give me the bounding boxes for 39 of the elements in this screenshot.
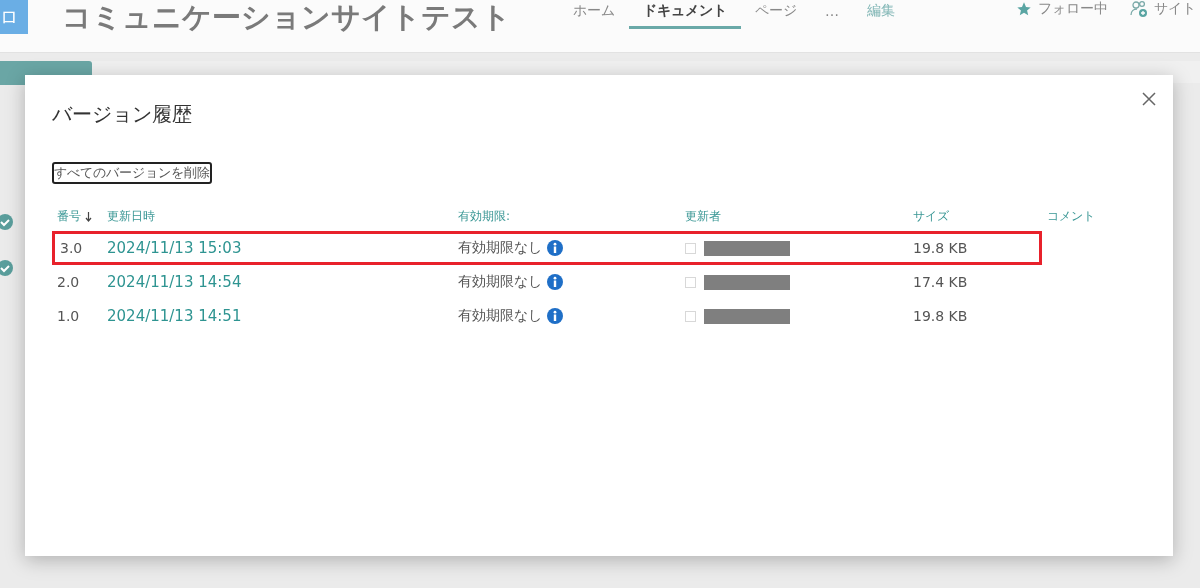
file-size: 17.4 KB [913,274,968,290]
column-header[interactable]: 有効期限: [458,208,511,225]
info-icon[interactable] [547,240,563,256]
version-date-link[interactable]: 2024/11/13 15:03 [107,239,242,257]
nav-tab[interactable]: ドキュメント [629,2,741,29]
nav-tab[interactable]: ページ [741,2,811,29]
version-number: 3.0 [60,240,83,256]
sort-down-icon [85,211,92,222]
site-logo[interactable]: ロ [0,0,28,34]
column-header[interactable]: 更新者 [685,208,721,225]
expiration-text: 有効期限なし [458,239,542,257]
presence-square-icon [685,276,696,288]
presence-square-icon [685,242,696,254]
close-icon[interactable] [1141,91,1157,107]
site-access-link[interactable]: サイト [1154,0,1196,18]
nav-tab[interactable]: … [811,2,853,29]
column-header[interactable]: 番号 [57,208,81,225]
expiration-text: 有効期限なし [458,273,542,291]
version-date-link[interactable]: 2024/11/13 14:51 [107,307,242,325]
version-date-link[interactable]: 2024/11/13 14:54 [107,273,242,291]
column-header[interactable]: 更新日時 [107,208,155,225]
version-number: 2.0 [57,274,80,290]
column-header[interactable]: コメント [1047,208,1095,225]
nav-tab[interactable]: 編集 [853,2,909,29]
column-header[interactable]: サイズ [913,208,949,225]
file-size: 19.8 KB [913,240,968,256]
dialog-title: バージョン履歴 [52,101,193,128]
delete-all-versions-button[interactable]: すべてのバージョンを削除 [52,162,212,184]
version-number: 1.0 [57,308,80,324]
nav-tab[interactable]: ホーム [559,2,629,29]
info-icon[interactable] [547,308,563,324]
site-title: コミュニケーションサイトテスト [62,0,511,36]
star-icon[interactable] [1016,1,1032,17]
file-size: 19.8 KB [913,308,968,324]
presence-square-icon [685,310,696,322]
people-add-icon[interactable] [1130,0,1148,18]
info-icon[interactable] [547,274,563,290]
follow-link[interactable]: フォロー中 [1038,0,1108,18]
expiration-text: 有効期限なし [458,307,542,325]
